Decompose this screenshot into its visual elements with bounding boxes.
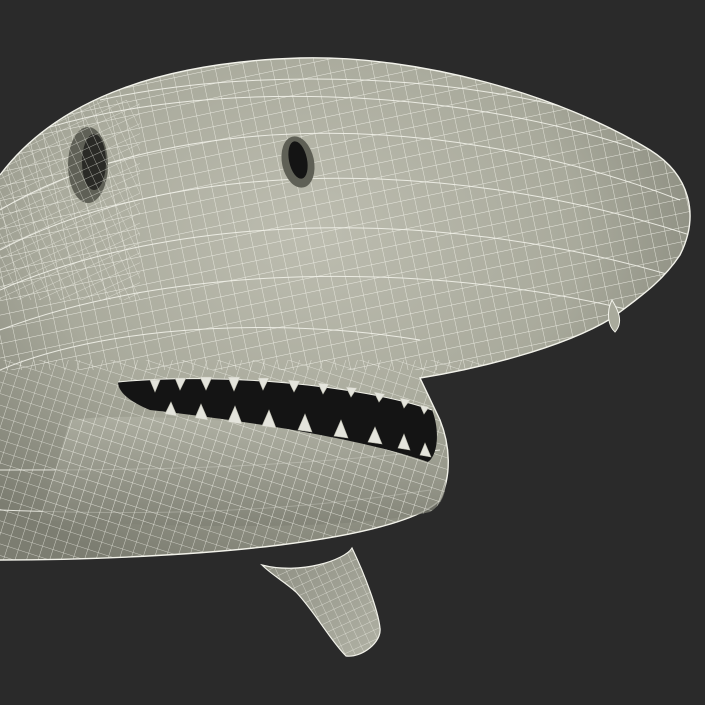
- left-eye: [68, 127, 108, 203]
- pectoral-fin: [260, 546, 381, 657]
- shark-render: [0, 57, 691, 657]
- viewport: [0, 0, 705, 705]
